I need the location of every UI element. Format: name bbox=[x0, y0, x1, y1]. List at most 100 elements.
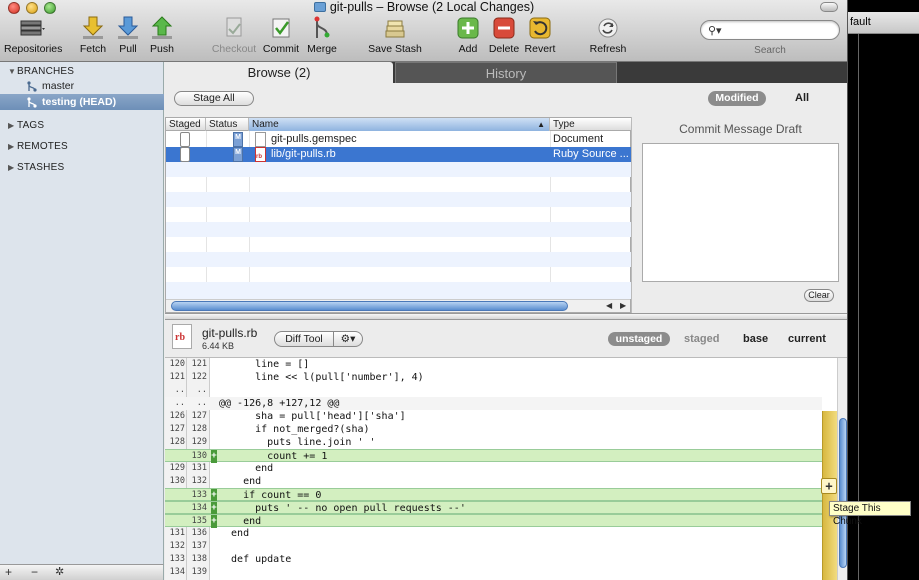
branch-icon bbox=[26, 97, 38, 108]
view-unstaged[interactable]: unstaged bbox=[608, 332, 670, 346]
commit-button[interactable]: Commit bbox=[262, 15, 300, 55]
ruby-file-icon-label: rb bbox=[175, 332, 185, 343]
stashes-section-header[interactable]: ▶ STASHES bbox=[8, 162, 64, 173]
column-type[interactable]: Type bbox=[550, 118, 632, 131]
diff-line-added: 130 + count += 1 bbox=[165, 449, 822, 463]
pull-icon bbox=[115, 15, 141, 41]
fetch-icon bbox=[80, 15, 106, 41]
sidebar-remove-button[interactable]: − bbox=[31, 565, 38, 580]
gear-icon[interactable]: ⚙▾ bbox=[333, 331, 363, 347]
save-stash-button[interactable]: Save Stash bbox=[366, 15, 424, 55]
branch-name: master bbox=[42, 80, 75, 92]
diff-view: 120 121 line = [] 121 122 line << l(pull['n… bbox=[165, 358, 847, 580]
push-button[interactable]: Push bbox=[148, 15, 176, 55]
search-label: Search bbox=[754, 45, 786, 56]
refresh-button[interactable]: Refresh bbox=[588, 15, 628, 55]
old-line-number: 126 bbox=[169, 411, 185, 421]
scrollbar-thumb[interactable] bbox=[171, 301, 568, 311]
table-row[interactable]: M git-pulls.gemspec Document bbox=[166, 132, 632, 147]
checkout-button[interactable]: Checkout bbox=[210, 15, 258, 55]
stash-icon bbox=[382, 15, 408, 41]
column-status[interactable]: Status bbox=[206, 118, 249, 131]
column-staged[interactable]: Staged bbox=[166, 118, 206, 131]
refresh-label: Refresh bbox=[589, 43, 627, 55]
merge-button[interactable]: Merge bbox=[305, 15, 339, 55]
chunk-bar[interactable] bbox=[822, 411, 837, 580]
split-view-divider[interactable] bbox=[165, 313, 847, 320]
scroll-right-icon[interactable]: ▶ bbox=[620, 300, 626, 312]
diff-line: 132 137 bbox=[165, 540, 822, 553]
file-name: git-pulls.gemspec bbox=[271, 133, 357, 145]
push-icon bbox=[149, 15, 175, 41]
repositories-label: Repositories bbox=[4, 43, 63, 55]
sidebar-action-button[interactable]: ✲ bbox=[55, 565, 64, 580]
diff-line: 131 136 end bbox=[165, 527, 822, 540]
folder-icon bbox=[313, 2, 326, 12]
search-icon: ⚲▾ bbox=[708, 25, 722, 37]
diff-line: 126 127 sha = pull['head']['sha'] bbox=[165, 410, 822, 423]
code-text: sha = pull['head']['sha'] bbox=[219, 411, 406, 422]
push-label: Push bbox=[150, 43, 174, 55]
old-line-number: 132 bbox=[169, 541, 185, 551]
sidebar-item-branch-master[interactable]: master bbox=[0, 78, 164, 94]
view-base[interactable]: base bbox=[743, 333, 768, 345]
vertical-scrollbar[interactable] bbox=[837, 358, 847, 580]
new-line-number: 127 bbox=[191, 411, 207, 421]
stage-all-button[interactable]: Stage All bbox=[174, 91, 254, 106]
stashes-header-label: STASHES bbox=[17, 162, 65, 173]
diff-line-added: 133 + if count == 0 bbox=[165, 488, 822, 502]
disclosure-closed-icon: ▶ bbox=[8, 142, 15, 151]
search-input[interactable]: ⚲▾ bbox=[700, 20, 840, 40]
staged-checkbox[interactable] bbox=[180, 132, 190, 147]
commit-message-field[interactable] bbox=[642, 143, 839, 282]
background-window-title: fault bbox=[850, 16, 871, 28]
clear-button[interactable]: Clear bbox=[804, 289, 834, 302]
diff-tool-button[interactable]: Diff Tool bbox=[274, 331, 334, 347]
sidebar-footer: + − ✲ bbox=[0, 564, 164, 580]
commit-label: Commit bbox=[262, 43, 300, 55]
tab-browse[interactable]: Browse (2) bbox=[165, 62, 393, 83]
diff-line: 121 122 line << l(pull['number'], 4) bbox=[165, 371, 822, 384]
files-table-header: Staged Status Name ▲ Type bbox=[166, 118, 632, 131]
scroll-left-icon[interactable]: ◀ bbox=[606, 300, 612, 312]
revert-button[interactable]: Revert bbox=[523, 15, 557, 55]
pull-button[interactable]: Pull bbox=[114, 15, 142, 55]
branch-name: testing (HEAD) bbox=[42, 96, 117, 108]
filter-modified[interactable]: Modified bbox=[708, 91, 766, 106]
diff-hunk-header: .... @@ -126,8 +127,12 @@ bbox=[165, 397, 822, 410]
add-button[interactable]: Add bbox=[454, 15, 482, 55]
sidebar-item-branch-testing[interactable]: testing (HEAD) bbox=[0, 94, 164, 110]
disclosure-open-icon: ▼ bbox=[8, 67, 17, 76]
revert-label: Revert bbox=[524, 43, 556, 55]
commit-message-title: Commit Message Draft bbox=[679, 122, 802, 136]
delete-button[interactable]: Delete bbox=[487, 15, 521, 55]
tags-section-header[interactable]: ▶ TAGS bbox=[8, 120, 44, 131]
new-line-number: 139 bbox=[191, 567, 207, 577]
sidebar-add-button[interactable]: + bbox=[5, 565, 12, 580]
view-current[interactable]: current bbox=[788, 333, 826, 345]
sort-ascending-icon: ▲ bbox=[537, 120, 545, 129]
fetch-button[interactable]: Fetch bbox=[78, 15, 108, 55]
tab-history[interactable]: History bbox=[395, 62, 617, 83]
scrollbar-thumb[interactable] bbox=[839, 418, 847, 568]
diff-line-added: 134 + puts ' -- no open pull requests --' bbox=[165, 501, 822, 515]
background-window-content bbox=[858, 34, 919, 580]
horizontal-scrollbar[interactable]: ◀ ▶ bbox=[166, 299, 630, 312]
stage-chunk-button[interactable]: + bbox=[821, 478, 837, 494]
branches-section-header[interactable]: ▼BRANCHES bbox=[8, 66, 74, 77]
remotes-section-header[interactable]: ▶ REMOTES bbox=[8, 141, 68, 152]
checkout-icon bbox=[221, 15, 247, 41]
view-staged[interactable]: staged bbox=[684, 333, 719, 345]
repositories-button[interactable]: Repositories bbox=[4, 15, 63, 55]
file-name: lib/git-pulls.rb bbox=[271, 148, 336, 160]
filter-all[interactable]: All bbox=[795, 92, 809, 104]
staged-checkbox[interactable] bbox=[180, 147, 190, 162]
status-badge: M bbox=[233, 132, 243, 147]
status-badge: M bbox=[233, 147, 243, 162]
old-line-number: 134 bbox=[169, 567, 185, 577]
diff-line: 130 132 end bbox=[165, 475, 822, 488]
diff-line: 127 128 if not_merged?(sha) bbox=[165, 423, 822, 436]
table-row-selected[interactable]: M lib/git-pulls.rb Ruby Source ... bbox=[166, 147, 632, 165]
column-name[interactable]: Name ▲ bbox=[249, 118, 550, 131]
remotes-header-label: REMOTES bbox=[17, 141, 68, 152]
